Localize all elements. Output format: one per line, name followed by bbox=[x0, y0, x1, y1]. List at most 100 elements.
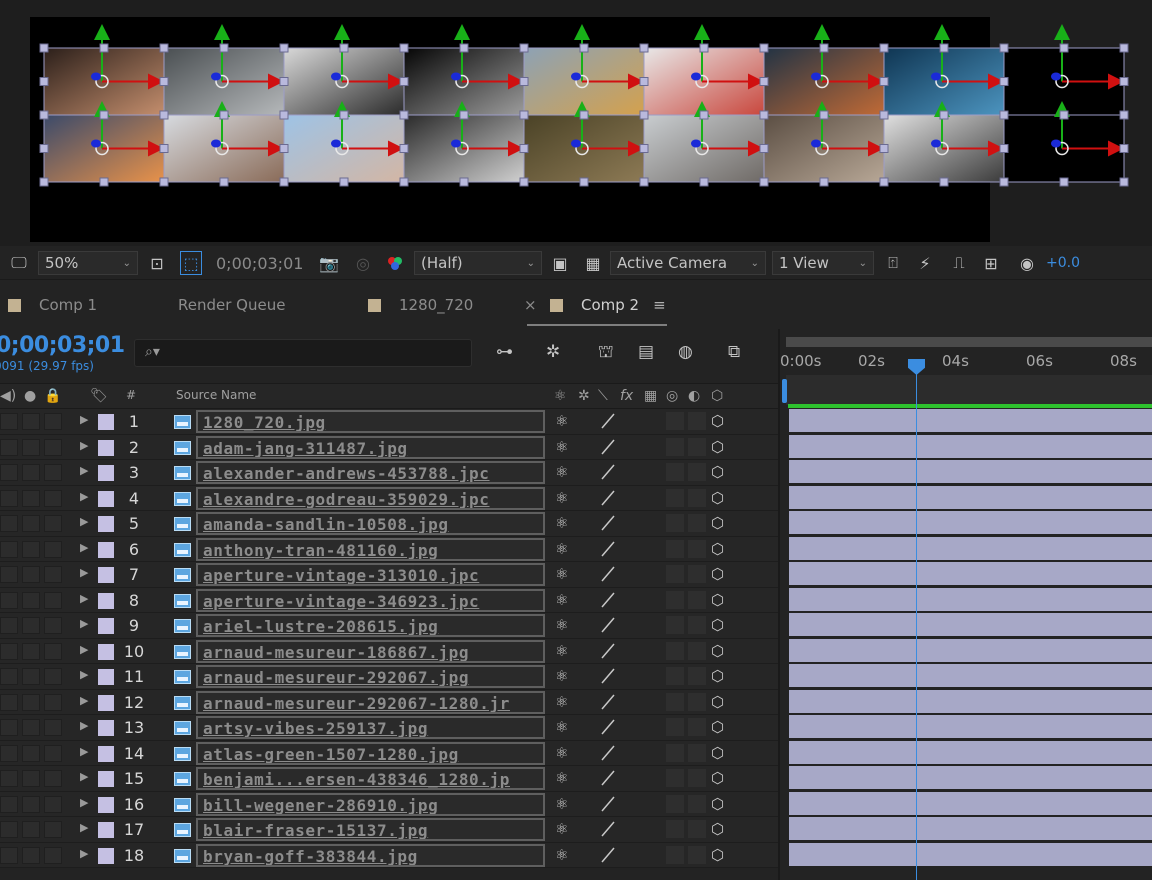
frame-blending-icon[interactable]: ▤ bbox=[638, 342, 654, 362]
layer-row[interactable]: ▶ 13 artsy-vibes-259137.jpg ⚛ ⬡ bbox=[0, 715, 778, 741]
solo-switch[interactable] bbox=[22, 770, 40, 787]
effects-fx-icon[interactable]: fx bbox=[620, 388, 633, 404]
layer-duration-bar[interactable] bbox=[789, 613, 1152, 636]
transform-handle[interactable] bbox=[279, 110, 289, 120]
color-channels-icon[interactable] bbox=[384, 251, 406, 275]
layer-row[interactable]: ▶ 15 benjami...ersen-438346_1280.jp ⚛ ⬡ bbox=[0, 766, 778, 792]
shy-switch-icon[interactable]: ⚛ bbox=[555, 642, 568, 660]
layer-row[interactable]: ▶ 12 arnaud-mesureur-292067-1280.jr ⚛ ⬡ bbox=[0, 689, 778, 715]
expand-triangle-icon[interactable]: ▶ bbox=[80, 617, 88, 630]
label-tag-icon[interactable]: 🏷 bbox=[90, 388, 108, 404]
shy-switch-icon[interactable]: ⚛ bbox=[555, 795, 568, 813]
label-color-swatch[interactable] bbox=[98, 516, 114, 532]
transform-handle[interactable] bbox=[759, 43, 769, 53]
adjustment-switch[interactable] bbox=[688, 616, 706, 634]
transform-handle[interactable] bbox=[159, 77, 169, 86]
solo-switch[interactable] bbox=[22, 566, 40, 583]
label-color-swatch[interactable] bbox=[98, 643, 114, 660]
video-switch[interactable] bbox=[0, 642, 18, 660]
panel-menu-icon[interactable]: ≡ bbox=[653, 296, 666, 314]
monitor-icon[interactable]: 🖵 bbox=[8, 251, 30, 275]
lock-switch[interactable] bbox=[44, 770, 62, 787]
timeline-icon[interactable]: ⎍ bbox=[948, 251, 970, 275]
layer-row[interactable]: ▶ 8 aperture-vintage-346923.jpc ⚛ ⬡ bbox=[0, 587, 778, 613]
motion-blur-switch[interactable] bbox=[666, 692, 684, 711]
layer-name-field[interactable]: benjami...ersen-438346_1280.jp bbox=[196, 767, 545, 790]
motion-blur-switch[interactable] bbox=[666, 769, 684, 787]
z-axis-gizmo[interactable] bbox=[331, 72, 341, 81]
work-area-start-handle[interactable] bbox=[782, 379, 787, 403]
z-axis-gizmo[interactable] bbox=[451, 139, 461, 148]
transform-handle[interactable] bbox=[939, 43, 949, 53]
shy-switch-icon[interactable]: ⚛ bbox=[555, 718, 568, 736]
shy-switch-icon[interactable]: ⚛ bbox=[555, 412, 568, 430]
quality-switch-icon[interactable] bbox=[600, 693, 616, 711]
shy-switch-icon[interactable]: ⚛ bbox=[555, 514, 568, 532]
label-color-swatch[interactable] bbox=[98, 745, 114, 762]
time-navigator[interactable] bbox=[786, 337, 1152, 347]
transform-handle[interactable] bbox=[1119, 77, 1129, 86]
transform-handle[interactable] bbox=[579, 43, 589, 53]
shy-switch-icon[interactable]: ⚛ bbox=[555, 463, 568, 481]
layer-row[interactable]: ▶ 4 alexandre-godreau-359029.jpc ⚛ ⬡ bbox=[0, 485, 778, 511]
3d-layer-icon[interactable]: ⬡ bbox=[711, 388, 723, 404]
transform-handle[interactable] bbox=[219, 177, 229, 187]
adjustment-switch[interactable] bbox=[688, 692, 706, 711]
layer-name-field[interactable]: adam-jang-311487.jpg bbox=[196, 435, 545, 459]
lock-switch[interactable] bbox=[44, 642, 62, 660]
layer-name-field[interactable]: aperture-vintage-313010.jpc bbox=[196, 563, 545, 586]
video-switch[interactable] bbox=[0, 770, 18, 787]
layer-name-field[interactable]: 1280_720.jpg bbox=[196, 410, 545, 433]
layer-name-field[interactable]: alexandre-godreau-359029.jpc bbox=[196, 486, 545, 510]
3d-layer-switch-icon[interactable]: ⬡ bbox=[711, 616, 724, 634]
expand-triangle-icon[interactable]: ▶ bbox=[80, 719, 88, 732]
layer-name-field[interactable]: arnaud-mesureur-292067-1280.jr bbox=[196, 690, 545, 714]
motion-blur-switch[interactable] bbox=[666, 794, 684, 813]
solo-switch[interactable] bbox=[22, 795, 40, 813]
label-color-swatch[interactable] bbox=[98, 796, 114, 813]
composition-mini-flowchart-icon[interactable]: ⊶ bbox=[496, 342, 513, 362]
layer-name-field[interactable]: bill-wegener-286910.jpg bbox=[196, 792, 545, 816]
layer-duration-bar[interactable] bbox=[789, 638, 1152, 662]
motion-blur-switch[interactable] bbox=[666, 820, 684, 838]
transparency-toggle-icon[interactable]: ▦ bbox=[582, 251, 604, 275]
fast-previews-icon[interactable]: ▣ bbox=[549, 251, 571, 275]
lock-switch[interactable] bbox=[44, 617, 62, 634]
lock-switch[interactable] bbox=[44, 795, 62, 813]
layer-duration-bar[interactable] bbox=[789, 562, 1152, 585]
transform-handle[interactable] bbox=[399, 77, 409, 86]
transform-handle[interactable] bbox=[1059, 177, 1069, 187]
adjustment-switch[interactable] bbox=[688, 769, 706, 787]
3d-layer-switch-icon[interactable]: ⬡ bbox=[711, 769, 724, 787]
label-color-swatch[interactable] bbox=[98, 771, 114, 787]
motion-blur-switch[interactable] bbox=[666, 616, 684, 634]
transform-handle[interactable] bbox=[1119, 43, 1129, 53]
transform-handle[interactable] bbox=[39, 110, 49, 120]
adjustment-switch[interactable] bbox=[688, 437, 706, 456]
transform-handle[interactable] bbox=[999, 43, 1009, 53]
layer-row[interactable]: ▶ 14 atlas-green-1507-1280.jpg ⚛ ⬡ bbox=[0, 740, 778, 766]
3d-layer-switch-icon[interactable]: ⬡ bbox=[711, 489, 724, 507]
transform-handle[interactable] bbox=[99, 110, 109, 120]
lock-switch[interactable] bbox=[44, 846, 62, 864]
transform-handle[interactable] bbox=[639, 177, 649, 187]
z-axis-gizmo[interactable] bbox=[811, 72, 821, 81]
shy-switch-icon[interactable]: ⚛ bbox=[555, 565, 568, 583]
lock-switch[interactable] bbox=[44, 591, 62, 609]
resolution-dropdown[interactable]: (Half) ⌄ bbox=[414, 251, 542, 275]
video-switch[interactable] bbox=[0, 566, 18, 583]
3d-layer-switch-icon[interactable]: ⬡ bbox=[711, 718, 724, 736]
layer-number-header[interactable]: # bbox=[126, 388, 136, 402]
solo-switch[interactable] bbox=[22, 464, 40, 481]
video-switch[interactable] bbox=[0, 540, 18, 558]
adjustment-switch[interactable] bbox=[688, 539, 706, 558]
quality-switch-icon[interactable] bbox=[600, 591, 616, 609]
z-axis-gizmo[interactable] bbox=[691, 72, 701, 81]
current-time-indicator-head[interactable] bbox=[908, 359, 925, 375]
lock-switch[interactable] bbox=[44, 540, 62, 558]
solo-switch[interactable] bbox=[22, 540, 40, 558]
expand-triangle-icon[interactable]: ▶ bbox=[80, 566, 88, 579]
transform-handle[interactable] bbox=[819, 177, 829, 187]
label-color-swatch[interactable] bbox=[98, 465, 114, 481]
adjustment-switch[interactable] bbox=[688, 820, 706, 838]
